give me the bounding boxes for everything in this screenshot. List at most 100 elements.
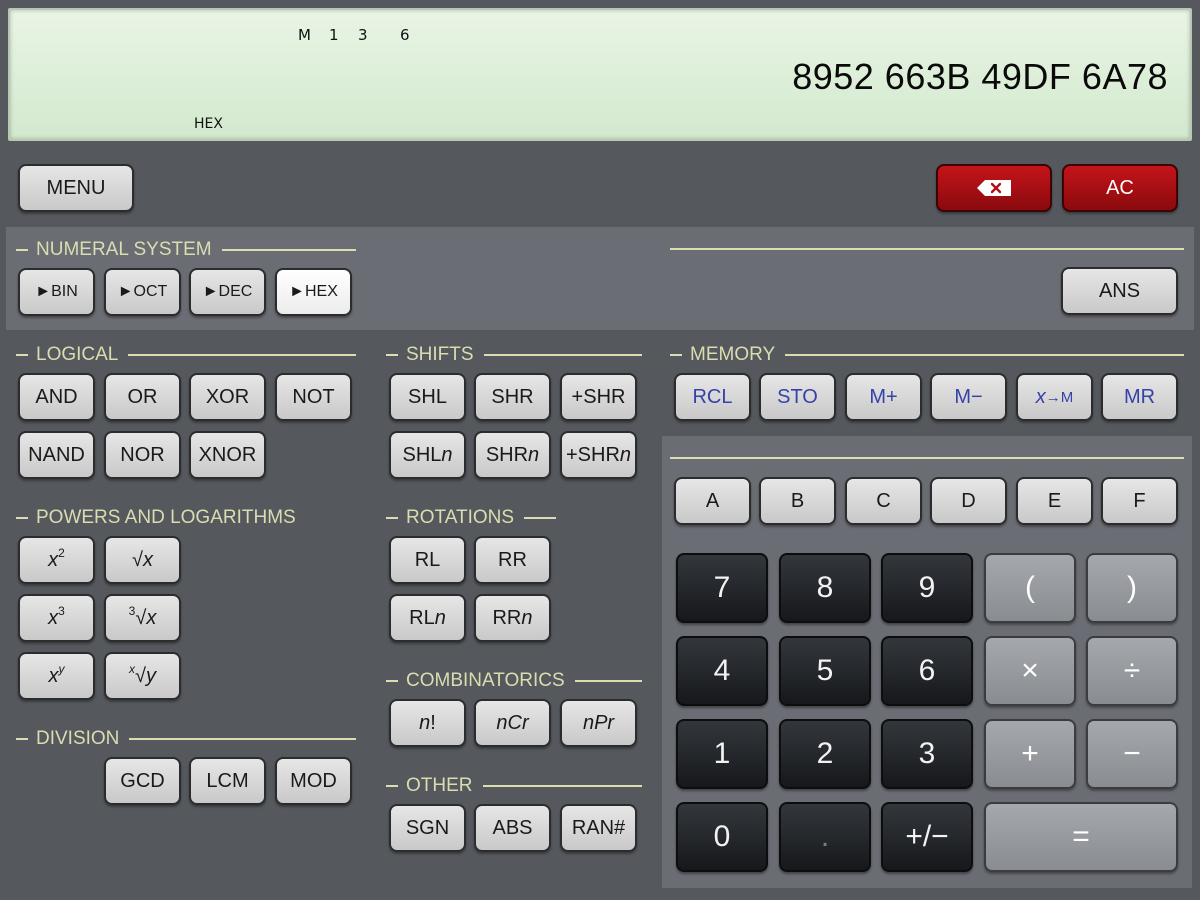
- shln-button[interactable]: SHL n: [389, 431, 466, 479]
- shrn-button[interactable]: SHR n: [474, 431, 551, 479]
- digit-5-button[interactable]: 5: [779, 636, 871, 706]
- bin-button[interactable]: ►BIN: [18, 268, 95, 316]
- shl-button[interactable]: SHL: [389, 373, 466, 421]
- hex-c-button[interactable]: C: [845, 477, 922, 525]
- numeral-system-header: NUMERAL SYSTEM: [16, 239, 356, 261]
- digit-8-button[interactable]: 8: [779, 553, 871, 623]
- ans-button[interactable]: ANS: [1061, 267, 1178, 315]
- menu-button[interactable]: MENU: [18, 164, 134, 212]
- rcl-button[interactable]: RCL: [674, 373, 751, 421]
- mode-indicator: HEX: [194, 116, 223, 132]
- shifts-title: SHIFTS: [406, 344, 474, 365]
- factorial-button[interactable]: n!: [389, 699, 466, 747]
- cube-root-button[interactable]: 3 √ x: [104, 594, 181, 642]
- shr-button[interactable]: SHR: [474, 373, 551, 421]
- sign-toggle-button[interactable]: +/−: [881, 802, 973, 872]
- nand-button[interactable]: NAND: [18, 431, 95, 479]
- rotations-header: ROTATIONS: [386, 507, 556, 529]
- rl-button[interactable]: RL: [389, 536, 466, 584]
- digit-6-button[interactable]: 6: [881, 636, 973, 706]
- oct-button[interactable]: ►OCT: [104, 268, 181, 316]
- digit-9-button[interactable]: 9: [881, 553, 973, 623]
- not-button[interactable]: NOT: [275, 373, 352, 421]
- x-power-y-x: x: [48, 664, 59, 687]
- numeral-system-title: NUMERAL SYSTEM: [36, 239, 212, 260]
- rrn-label: RR: [492, 606, 522, 629]
- ncr-n: n: [496, 711, 508, 734]
- sgn-button[interactable]: SGN: [389, 804, 466, 852]
- divider: [670, 457, 1184, 459]
- cube-root-sign: √: [135, 606, 147, 629]
- digit-2-button[interactable]: 2: [779, 719, 871, 789]
- xor-button[interactable]: XOR: [189, 373, 266, 421]
- sqrt-button[interactable]: √ x: [104, 536, 181, 584]
- mr-button[interactable]: MR: [1101, 373, 1178, 421]
- abs-button[interactable]: ABS: [474, 804, 551, 852]
- plus-shrn-label: +SHR: [565, 443, 620, 466]
- logical-title: LOGICAL: [36, 344, 119, 365]
- rln-button[interactable]: RL n: [389, 594, 466, 642]
- decimal-point-button[interactable]: .: [779, 802, 871, 872]
- xnor-button[interactable]: XNOR: [189, 431, 266, 479]
- m-plus-button[interactable]: M+: [845, 373, 922, 421]
- hex-b-button[interactable]: B: [759, 477, 836, 525]
- backspace-icon: [977, 180, 1011, 196]
- shrn-n: n: [528, 443, 540, 466]
- npr-button[interactable]: n Pr: [560, 699, 637, 747]
- divide-button[interactable]: ÷: [1086, 636, 1178, 706]
- cube-root-x: x: [146, 606, 157, 629]
- powers-title: POWERS AND LOGARITHMS: [36, 507, 296, 528]
- x-power-y-exp: y: [58, 662, 65, 676]
- minus-button[interactable]: −: [1086, 719, 1178, 789]
- backspace-button[interactable]: [936, 164, 1052, 212]
- plus-shr-button[interactable]: +SHR: [560, 373, 637, 421]
- x-cubed-button[interactable]: x3: [18, 594, 95, 642]
- combinatorics-header: COMBINATORICS: [386, 670, 642, 692]
- or-button[interactable]: OR: [104, 373, 181, 421]
- gcd-button[interactable]: GCD: [104, 757, 181, 805]
- close-paren-button[interactable]: ): [1086, 553, 1178, 623]
- open-paren-button[interactable]: (: [984, 553, 1076, 623]
- y-root-y: y: [145, 664, 156, 687]
- rr-button[interactable]: RR: [474, 536, 551, 584]
- digit-0-button[interactable]: 0: [676, 802, 768, 872]
- y-root-sign: √: [135, 664, 146, 687]
- hex-a-button[interactable]: A: [674, 477, 751, 525]
- other-title: OTHER: [406, 775, 473, 796]
- digit-indicator: 3: [358, 26, 368, 44]
- and-button[interactable]: AND: [18, 373, 95, 421]
- x-power-y-button[interactable]: xy: [18, 652, 95, 700]
- digit-indicator: 1: [329, 26, 339, 44]
- digit-3-button[interactable]: 3: [881, 719, 973, 789]
- hex-button[interactable]: ►HEX: [275, 268, 352, 316]
- y-root-button[interactable]: x √ y: [104, 652, 181, 700]
- nor-button[interactable]: NOR: [104, 431, 181, 479]
- x-cubed-exp: 3: [58, 604, 65, 618]
- plus-shrn-button[interactable]: +SHR n: [560, 431, 637, 479]
- x-to-m-button[interactable]: x →M: [1016, 373, 1093, 421]
- digit-1-button[interactable]: 1: [676, 719, 768, 789]
- ncr-button[interactable]: n Cr: [474, 699, 551, 747]
- mod-button[interactable]: MOD: [275, 757, 352, 805]
- plus-button[interactable]: +: [984, 719, 1076, 789]
- lcm-button[interactable]: LCM: [189, 757, 266, 805]
- rrn-button[interactable]: RR n: [474, 594, 551, 642]
- lcd-display: M 1 3 6 HEX 8952 663B 49DF 6A78: [8, 8, 1192, 141]
- digit-4-button[interactable]: 4: [676, 636, 768, 706]
- sqrt-x: x: [142, 548, 153, 571]
- shrn-label: SHR: [485, 443, 529, 466]
- rln-label: RL: [409, 606, 435, 629]
- digit-7-button[interactable]: 7: [676, 553, 768, 623]
- hex-e-button[interactable]: E: [1016, 477, 1093, 525]
- sto-button[interactable]: STO: [759, 373, 836, 421]
- random-button[interactable]: RAN#: [560, 804, 637, 852]
- m-minus-button[interactable]: M−: [930, 373, 1007, 421]
- all-clear-button[interactable]: AC: [1062, 164, 1178, 212]
- hex-f-button[interactable]: F: [1101, 477, 1178, 525]
- x-squared-exp: 2: [58, 546, 65, 560]
- multiply-button[interactable]: ×: [984, 636, 1076, 706]
- hex-d-button[interactable]: D: [930, 477, 1007, 525]
- x-squared-button[interactable]: x2: [18, 536, 95, 584]
- equals-button[interactable]: =: [984, 802, 1178, 872]
- dec-button[interactable]: ►DEC: [189, 268, 266, 316]
